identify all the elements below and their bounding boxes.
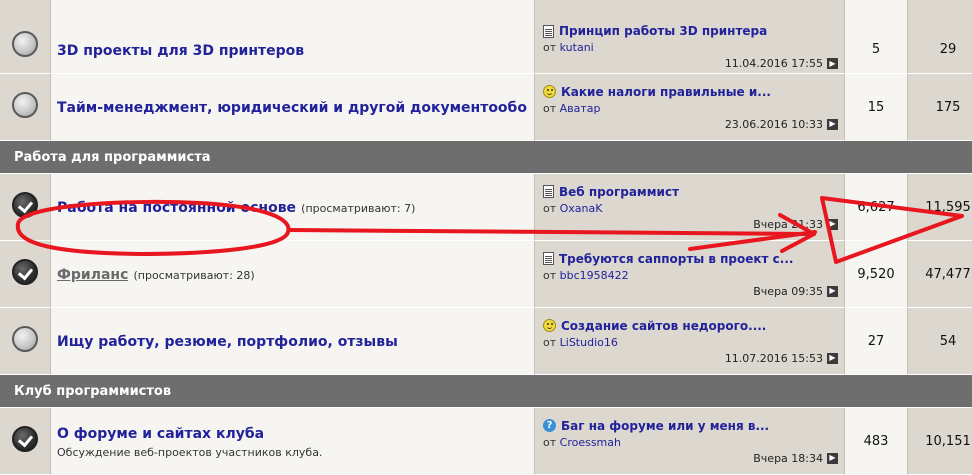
forum-row: Ищу работу, резюме, портфолио, отзывы Со… xyxy=(0,308,972,375)
forum-status-cell xyxy=(0,308,51,375)
threads-count: 6,627 xyxy=(845,174,908,241)
viewing-count: (просматривают: 28) xyxy=(133,268,255,282)
forum-title-cell: 3D проекты для 3D принтеров xyxy=(51,0,535,74)
forum-link[interactable]: Тайм-менеджмент, юридический и другой до… xyxy=(57,100,527,116)
last-post-author: от LiStudio16 xyxy=(543,335,618,349)
threads-count: 27 xyxy=(845,308,908,375)
new-posts-icon xyxy=(12,426,38,452)
posts-count: 175 xyxy=(908,74,972,141)
last-post-link[interactable]: Баг на форуме или у меня в... xyxy=(561,419,769,433)
viewing-count: (просматривают: 7) xyxy=(301,201,416,215)
doc-icon xyxy=(543,185,554,198)
threads-count: 5 xyxy=(845,0,908,74)
forum-status-cell xyxy=(0,74,51,141)
smile-icon xyxy=(543,85,556,98)
author-link[interactable]: OxanaK xyxy=(560,202,603,215)
forum-row: Работа на постоянной основе (просматрива… xyxy=(0,174,972,241)
forum-link[interactable]: О форуме и сайтах клуба xyxy=(57,426,264,442)
forum-status-cell xyxy=(0,408,51,475)
forum-status-cell xyxy=(0,0,51,74)
forum-link[interactable]: Фриланс xyxy=(57,267,128,283)
last-post-link[interactable]: Создание сайтов недорого.... xyxy=(561,319,766,333)
last-post-link[interactable]: Принцип работы 3D принтера xyxy=(559,24,767,38)
threads-count: 15 xyxy=(845,74,908,141)
last-post-date: 11.07.2016 15:53 ▶ xyxy=(543,352,838,365)
go-to-post-icon[interactable]: ▶ xyxy=(827,452,838,464)
last-post-cell: Требуются саппорты в проект с... от bbc1… xyxy=(535,241,845,308)
forum-row: Фриланс (просматривают: 28) Требуются са… xyxy=(0,241,972,308)
go-to-post-icon[interactable]: ▶ xyxy=(827,118,838,130)
category-title[interactable]: Работа для программиста xyxy=(0,141,972,174)
forum-row: Тайм-менеджмент, юридический и другой до… xyxy=(0,74,972,141)
last-post-cell: Веб программист от OxanaK Вчера 21:33 ▶ xyxy=(535,174,845,241)
forum-link[interactable]: Ищу работу, резюме, портфолио, отзывы xyxy=(57,334,398,350)
last-post-author: от Croessmah xyxy=(543,435,621,449)
forum-row: 3D проекты для 3D принтеров Принцип рабо… xyxy=(0,0,972,74)
forum-title-cell: Работа на постоянной основе (просматрива… xyxy=(51,174,535,241)
go-to-post-icon[interactable]: ▶ xyxy=(827,58,838,69)
last-post-cell: ? Баг на форуме или у меня в... от Croess… xyxy=(535,408,845,475)
go-to-post-icon[interactable]: ▶ xyxy=(827,285,838,297)
posts-count: 47,477 xyxy=(908,241,972,308)
category-header: Клуб программистов xyxy=(0,375,972,408)
doc-icon xyxy=(543,252,554,265)
author-link[interactable]: LiStudio16 xyxy=(560,336,618,349)
last-post-date: 23.06.2016 10:33 ▶ xyxy=(543,118,838,131)
forum-title-cell: Фриланс (просматривают: 28) xyxy=(51,241,535,308)
new-posts-icon xyxy=(12,192,38,218)
no-new-posts-icon xyxy=(12,31,38,57)
posts-count: 54 xyxy=(908,308,972,375)
category-title[interactable]: Клуб программистов xyxy=(0,375,972,408)
last-post-link[interactable]: Требуются саппорты в проект с... xyxy=(559,252,793,266)
author-link[interactable]: bbc1958422 xyxy=(560,269,629,282)
forum-title-cell: Ищу работу, резюме, портфолио, отзывы xyxy=(51,308,535,375)
last-post-date: 11.04.2016 17:55 ▶ xyxy=(543,57,838,70)
last-post-date: Вчера 18:34 ▶ xyxy=(543,452,838,465)
threads-count: 9,520 xyxy=(845,241,908,308)
forum-row: О форуме и сайтах клуба Обсуждение веб-пр… xyxy=(0,408,972,475)
forum-link[interactable]: Работа на постоянной основе xyxy=(57,200,296,216)
author-link[interactable]: kutani xyxy=(560,41,594,54)
last-post-author: от Аватар xyxy=(543,101,601,115)
author-link[interactable]: Croessmah xyxy=(560,436,621,449)
last-post-link[interactable]: Веб программист xyxy=(559,185,679,199)
last-post-author: от kutani xyxy=(543,41,594,54)
forum-title-cell: Тайм-менеджмент, юридический и другой до… xyxy=(51,74,535,141)
last-post-author: от bbc1958422 xyxy=(543,268,629,282)
question-icon: ? xyxy=(543,419,556,432)
forum-list: 3D проекты для 3D принтеров Принцип рабо… xyxy=(0,0,972,475)
posts-count: 10,151 xyxy=(908,408,972,475)
smile-icon xyxy=(543,319,556,332)
last-post-cell: Какие налоги правильные и... от Аватар 2… xyxy=(535,74,845,141)
go-to-post-icon[interactable]: ▶ xyxy=(827,352,838,364)
posts-count: 11,595 xyxy=(908,174,972,241)
last-post-link[interactable]: Какие налоги правильные и... xyxy=(561,85,771,99)
last-post-author: от OxanaK xyxy=(543,201,603,215)
forum-status-cell xyxy=(0,241,51,308)
no-new-posts-icon xyxy=(12,92,38,118)
last-post-cell: Принцип работы 3D принтера от kutani 11.… xyxy=(535,0,845,74)
new-posts-icon xyxy=(12,259,38,285)
no-new-posts-icon xyxy=(12,326,38,352)
forum-description: Обсуждение веб-проектов участников клуба… xyxy=(57,445,323,459)
last-post-cell: Создание сайтов недорого.... от LiStudio… xyxy=(535,308,845,375)
doc-icon xyxy=(543,24,554,38)
forum-title-cell: О форуме и сайтах клуба Обсуждение веб-пр… xyxy=(51,408,535,475)
threads-count: 483 xyxy=(845,408,908,475)
go-to-post-icon[interactable]: ▶ xyxy=(827,218,838,230)
forum-status-cell xyxy=(0,174,51,241)
forum-link[interactable]: 3D проекты для 3D принтеров xyxy=(57,43,304,59)
category-header: Работа для программиста xyxy=(0,141,972,174)
posts-count: 29 xyxy=(908,0,972,74)
last-post-date: Вчера 21:33 ▶ xyxy=(543,218,838,231)
last-post-date: Вчера 09:35 ▶ xyxy=(543,285,838,298)
author-link[interactable]: Аватар xyxy=(560,102,601,115)
